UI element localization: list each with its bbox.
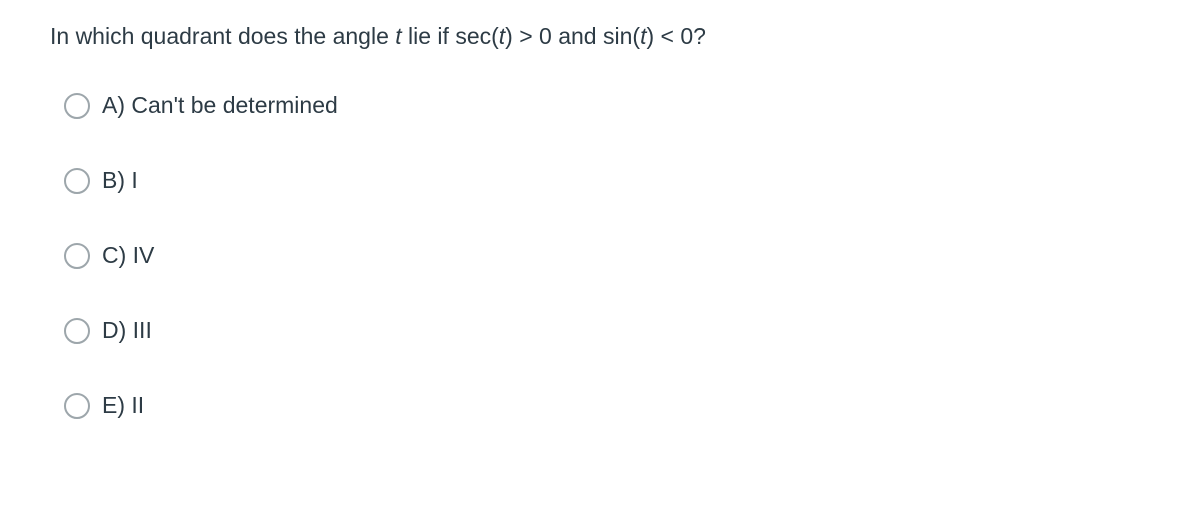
radio-a[interactable] — [64, 93, 90, 119]
option-e-label: E) II — [102, 392, 144, 419]
radio-e[interactable] — [64, 393, 90, 419]
question-prefix: In which quadrant does the angle — [50, 23, 395, 49]
option-c-label: C) IV — [102, 242, 154, 269]
option-c[interactable]: C) IV — [64, 242, 1130, 269]
option-d[interactable]: D) III — [64, 317, 1130, 344]
option-d-label: D) III — [102, 317, 152, 344]
option-e[interactable]: E) II — [64, 392, 1130, 419]
question-suffix: ) < 0? — [646, 23, 705, 49]
option-b[interactable]: B) I — [64, 167, 1130, 194]
option-a-label: A) Can't be determined — [102, 92, 338, 119]
question-mid1: lie if sec( — [402, 23, 499, 49]
radio-d[interactable] — [64, 318, 90, 344]
option-a[interactable]: A) Can't be determined — [64, 92, 1130, 119]
radio-b[interactable] — [64, 168, 90, 194]
option-b-label: B) I — [102, 167, 138, 194]
radio-c[interactable] — [64, 243, 90, 269]
question-text: In which quadrant does the angle t lie i… — [50, 20, 1130, 52]
options-list: A) Can't be determined B) I C) IV D) III… — [50, 92, 1130, 419]
question-mid2: ) > 0 and sin( — [505, 23, 640, 49]
